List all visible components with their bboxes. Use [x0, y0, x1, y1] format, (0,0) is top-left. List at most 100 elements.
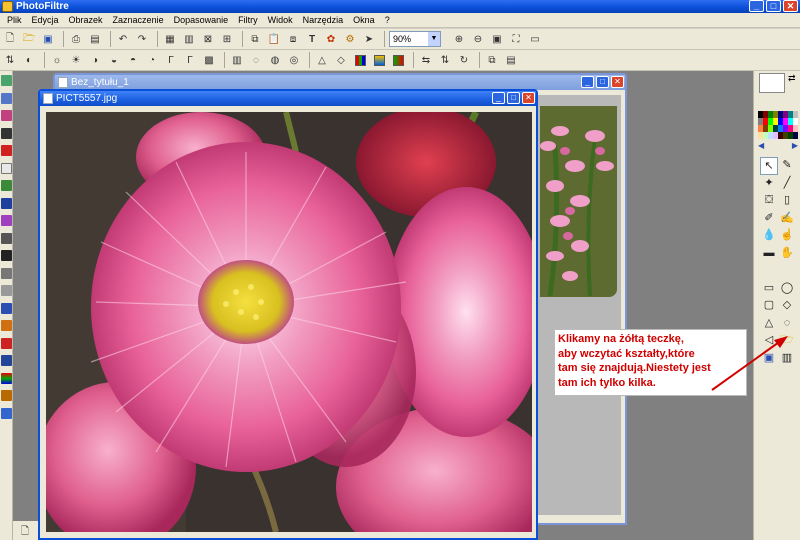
grayscale-icon[interactable]: ▩ — [201, 52, 217, 68]
options-tool-icon[interactable] — [1, 407, 12, 419]
color-palette[interactable] — [758, 111, 798, 139]
sepia-icon[interactable]: ▥ — [229, 52, 245, 68]
rectangle-shape-icon[interactable]: ▭ — [760, 280, 778, 298]
rgb-filter-icon[interactable] — [352, 52, 368, 68]
menu-zaznaczenie[interactable]: Zaznaczenie — [108, 13, 169, 28]
histogram-tool-icon[interactable] — [1, 320, 12, 331]
window-minimize-button[interactable]: _ — [581, 76, 594, 88]
blur-drop-icon[interactable]: 💧 — [760, 227, 778, 245]
chevron-down-icon[interactable]: ▼ — [428, 32, 440, 46]
gamma-plus-icon[interactable]: Γ — [163, 52, 179, 68]
exif-tool-icon[interactable] — [1, 285, 12, 296]
ellipse-shape-icon[interactable]: ◯ — [778, 280, 796, 298]
picture-tool-icon[interactable] — [1, 180, 12, 191]
open-folder-icon[interactable]: 🗁 — [21, 31, 37, 47]
brightness-minus-icon[interactable]: ☀ — [68, 52, 84, 68]
swap-colors-icon[interactable]: ⇄ — [788, 73, 796, 84]
image-size-icon[interactable]: ▦ — [162, 31, 178, 47]
spray-icon[interactable]: ▯ — [778, 192, 796, 210]
flip-horizontal-icon[interactable]: ⇆ — [418, 52, 434, 68]
canvas-size-icon[interactable]: ▥ — [181, 31, 197, 47]
zoom-select[interactable]: 90% ▼ — [389, 31, 441, 47]
zoom-out-icon[interactable]: ⊖ — [470, 31, 486, 47]
crop-icon[interactable]: ⊠ — [200, 31, 216, 47]
save-tool-icon[interactable] — [1, 302, 12, 314]
redo-icon[interactable]: ↷ — [134, 31, 150, 47]
fill-tool-icon[interactable] — [1, 197, 12, 209]
diamond-shape-icon[interactable]: ◇ — [778, 297, 796, 315]
window-titlebar[interactable]: Bez_tytułu_1 _ □ ✕ — [55, 75, 625, 90]
color-picker-icon[interactable]: ✎ — [778, 157, 796, 175]
close-button[interactable]: ✕ — [783, 0, 798, 12]
smudge-icon[interactable]: ☝ — [778, 227, 796, 245]
color-tool-icon[interactable] — [1, 337, 12, 349]
contrast-minus-icon[interactable]: ◒ — [106, 52, 122, 68]
rotate-icon[interactable]: ↻ — [456, 52, 472, 68]
foreground-color-swatch[interactable] — [759, 73, 785, 93]
menu-filtry[interactable]: Filtry — [233, 13, 263, 28]
palette-next-icon[interactable]: ▶ — [792, 141, 798, 151]
document-window-pict5557[interactable]: PICT5557.jpg _ □ ✕ — [38, 89, 538, 540]
auto-contrast-icon[interactable]: ◐ — [21, 52, 37, 68]
frame-tool-icon[interactable] — [1, 92, 12, 104]
noise-icon[interactable]: ◎ — [286, 52, 302, 68]
saturation-plus-icon[interactable]: ◓ — [125, 52, 141, 68]
star-tool-icon[interactable] — [1, 145, 12, 156]
menu-okna[interactable]: Okna — [348, 13, 380, 28]
contrast-plus-icon[interactable]: ◑ — [87, 52, 103, 68]
chart-tool-icon[interactable] — [1, 355, 12, 366]
menu-edycja[interactable]: Edycja — [27, 13, 64, 28]
transparency-icon[interactable]: ⊞ — [219, 31, 235, 47]
minimize-button[interactable]: _ — [749, 0, 764, 12]
rainbow-tool-icon[interactable] — [1, 372, 12, 384]
palette-prev-icon[interactable]: ◀ — [758, 141, 764, 151]
plugins-icon[interactable]: ⚙ — [342, 31, 358, 47]
menu-dopasowanie[interactable]: Dopasowanie — [169, 13, 234, 28]
effects-icon[interactable]: ✿ — [323, 31, 339, 47]
export-tool-icon[interactable] — [1, 390, 12, 401]
maximize-button[interactable]: □ — [766, 0, 781, 12]
paste-as-image-icon[interactable]: ⧈ — [285, 31, 301, 47]
save-icon[interactable]: ▣ — [40, 31, 56, 47]
menu-widok[interactable]: Widok — [263, 13, 298, 28]
module-tool-icon[interactable] — [1, 250, 12, 261]
full-screen-icon[interactable]: ▭ — [527, 31, 543, 47]
auto-level-icon[interactable]: ⇅ — [2, 52, 18, 68]
window-titlebar[interactable]: PICT5557.jpg _ □ ✕ — [40, 91, 536, 106]
flip-vertical-icon[interactable]: ⇅ — [437, 52, 453, 68]
paste-icon[interactable]: 📋 — [266, 31, 282, 47]
magic-wand-icon[interactable]: ✦ — [760, 175, 778, 193]
selection-tool-icon[interactable]: ↖ — [760, 157, 778, 175]
rounded-rect-shape-icon[interactable]: ▢ — [760, 297, 778, 315]
text-tool-button[interactable]: T — [304, 31, 320, 47]
window-close-button[interactable]: ✕ — [522, 92, 535, 104]
menu-help[interactable]: ? — [380, 13, 395, 28]
line-tool-icon[interactable]: ╱ — [778, 175, 796, 193]
window-close-button[interactable]: ✕ — [611, 76, 624, 88]
sharpen-icon[interactable]: ◍ — [267, 52, 283, 68]
blur-icon[interactable]: ◌ — [248, 52, 264, 68]
brightness-plus-icon[interactable]: ☼ — [49, 52, 65, 68]
window-minimize-button[interactable]: _ — [492, 92, 505, 104]
window-maximize-button[interactable]: □ — [507, 92, 520, 104]
hand-icon[interactable]: ✋ — [778, 245, 796, 263]
triangle-filter-icon[interactable]: △ — [314, 52, 330, 68]
texture-tool-icon[interactable] — [1, 110, 12, 121]
duplicate-icon[interactable]: ⧉ — [484, 52, 500, 68]
window-maximize-button[interactable]: □ — [596, 76, 609, 88]
copy-icon[interactable]: ⧉ — [247, 31, 263, 47]
brush-icon[interactable]: ✐ — [760, 210, 778, 228]
zoom-in-icon[interactable]: ⊕ — [451, 31, 467, 47]
layer-icon[interactable]: ▤ — [503, 52, 519, 68]
daisy-photo[interactable] — [46, 112, 532, 532]
fit-window-icon[interactable]: ⛶ — [508, 31, 524, 47]
document-tool-icon[interactable] — [1, 162, 12, 174]
print-icon[interactable]: ⎙ — [68, 31, 84, 47]
advanced-brush-icon[interactable]: ✍ — [778, 210, 796, 228]
saturation-minus-icon[interactable]: ◔ — [144, 52, 160, 68]
hatch-tool-icon[interactable] — [1, 215, 12, 226]
stamp-icon[interactable]: ▬ — [760, 245, 778, 263]
new-file-icon[interactable]: 🗋 — [2, 31, 18, 47]
fill-bucket-icon[interactable]: ⛋ — [760, 192, 778, 210]
mask-tool-icon[interactable] — [1, 267, 12, 279]
